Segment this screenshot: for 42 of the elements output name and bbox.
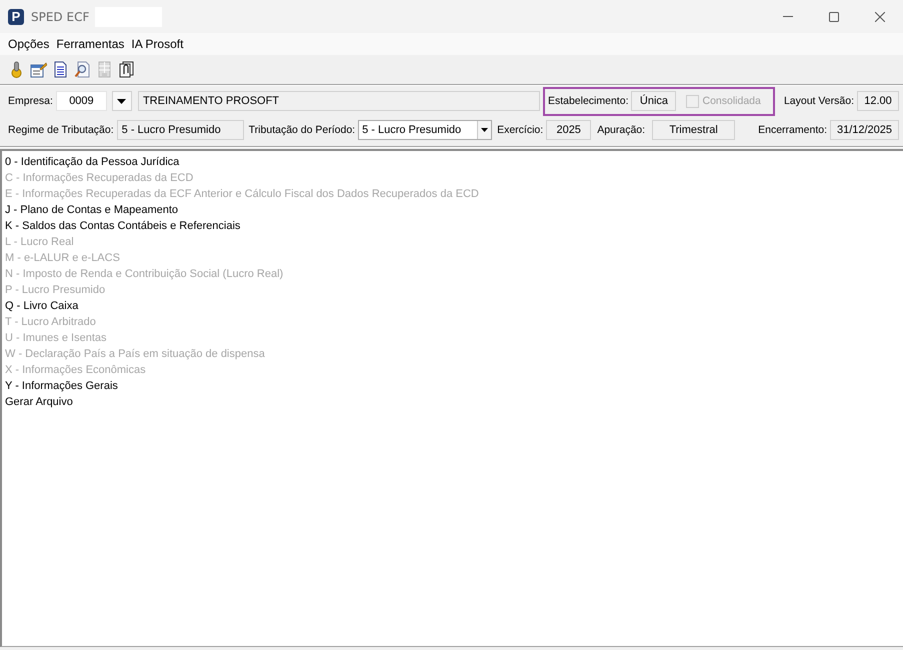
- document-icon: [52, 60, 69, 78]
- dropdown-button[interactable]: [112, 91, 132, 111]
- field-label: Apuração:: [597, 124, 646, 136]
- company-code-field[interactable]: 0009: [56, 91, 107, 111]
- menu-item[interactable]: Ferramentas: [56, 37, 124, 51]
- fiscal-year-field: 2025: [546, 120, 592, 140]
- list-item[interactable]: K - Saldos das Contas Contábeis e Referenciais: [5, 218, 240, 234]
- field-label: Regime de Tributação:: [8, 124, 114, 136]
- list-item[interactable]: 0 - Identificação da Pessoa Jurídica: [5, 154, 180, 170]
- field-label: Exercício:: [497, 124, 544, 136]
- grid-sheet-icon: [96, 60, 113, 78]
- close-icon: [875, 12, 885, 22]
- field-label: Tributação do Período:: [248, 124, 356, 136]
- paperclip-documents-icon: [118, 60, 135, 78]
- field-label: Layout Versão:: [784, 95, 854, 107]
- list-item[interactable]: Y - Informações Gerais: [5, 378, 118, 394]
- field-label: Estabelecimento:: [548, 95, 628, 107]
- menu-item[interactable]: IA Prosoft: [131, 37, 184, 51]
- edit-window-icon: [30, 60, 47, 78]
- list-item[interactable]: J - Plano de Contas e Mapeamento: [5, 202, 178, 218]
- checkbox-label: Consolidada: [702, 95, 761, 107]
- layout-version-field: 12.00: [857, 91, 899, 111]
- list-item[interactable]: Q - Livro Caixa: [5, 298, 78, 314]
- assessment-field: Trimestral: [652, 120, 736, 140]
- list-item[interactable]: Gerar Arquivo: [5, 394, 73, 410]
- app-logo: P: [8, 8, 24, 24]
- field-label: Encerramento:: [758, 124, 827, 136]
- period-taxation-select[interactable]: 5 - Lucro Presumido: [358, 120, 492, 140]
- maximize-icon: [829, 12, 839, 22]
- field-label: Empresa:: [8, 95, 53, 107]
- document-search-icon: [74, 60, 91, 78]
- caret-icon: [117, 98, 126, 104]
- company-name-field: TREINAMENTO PROSOFT: [138, 91, 540, 111]
- window-title: SPED ECF: [31, 10, 90, 24]
- minimize-icon: [783, 16, 793, 17]
- menu-item[interactable]: Opções: [8, 37, 50, 51]
- tax-regime-field: 5 - Lucro Presumido: [116, 120, 244, 140]
- toolbar-button[interactable]: [118, 60, 135, 78]
- toolbar-button[interactable]: [52, 60, 69, 78]
- caret-icon: [477, 121, 492, 139]
- closing-date-field: 31/12/2025: [830, 120, 899, 140]
- establishment-field: Única: [631, 91, 676, 111]
